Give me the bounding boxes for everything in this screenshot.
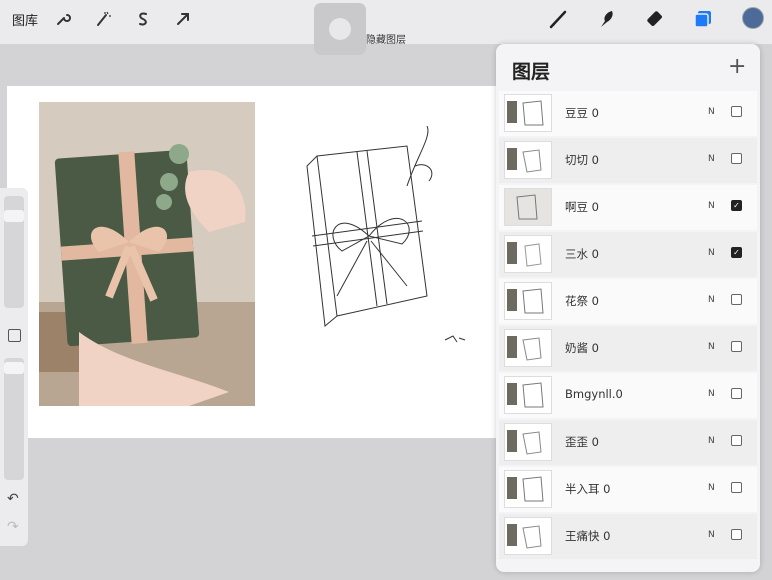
blend-mode-button[interactable]: N [708,201,715,211]
modify-button[interactable] [8,329,21,342]
reference-photo [39,102,255,406]
layer-row[interactable]: 花祭 0 N [499,279,757,324]
smudge-icon[interactable] [594,6,620,32]
panel-title: 图层 [512,61,551,83]
wrench-icon[interactable] [52,8,74,30]
layer-row[interactable]: 半入耳 0 N [499,467,757,512]
layer-thumbnail [504,235,552,273]
slider-knob[interactable] [4,362,24,374]
undo-icon[interactable]: ↶ [7,491,19,507]
layer-thumbnail [504,517,552,555]
blend-mode-button[interactable]: N [708,248,715,258]
layer-row[interactable]: 王痛快 0 N [499,514,757,559]
blend-mode-button[interactable]: N [708,436,715,446]
layer-name: 豆豆 0 [565,106,599,120]
opacity-slider[interactable] [4,358,24,480]
transform-arrow-icon[interactable] [172,8,194,30]
brush-icon[interactable] [546,6,572,32]
visibility-checkbox[interactable] [731,482,742,493]
eraser-icon[interactable] [642,6,668,32]
layer-thumbnail [504,376,552,414]
drawing-canvas[interactable] [7,86,497,438]
left-sidebar: ↶ ↷ [0,188,28,546]
visibility-checkbox[interactable] [731,153,742,164]
visibility-checkbox[interactable] [731,294,742,305]
layer-thumbnail [504,94,552,132]
brush-size-slider[interactable] [4,196,24,308]
layer-name: 歪歪 0 [565,435,599,449]
layer-thumbnail [504,188,552,226]
layer-name: 三水 0 [565,247,599,261]
layer-name: 王痛快 0 [565,529,611,543]
blend-mode-button[interactable]: N [708,107,715,117]
layer-row[interactable]: 奶酱 0 N [499,326,757,371]
visibility-checkbox[interactable] [731,388,742,399]
layer-row[interactable]: 啊豆 0 N ✓ [499,185,757,230]
layer-name: 奶酱 0 [565,341,599,355]
layers-icon[interactable] [690,6,716,32]
blend-mode-button[interactable]: N [708,342,715,352]
visibility-checkbox[interactable]: ✓ [731,247,742,258]
layer-thumbnail [504,141,552,179]
layer-thumbnail [504,329,552,367]
visibility-checkbox[interactable] [731,529,742,540]
blend-mode-button[interactable]: N [708,295,715,305]
layer-name: 啊豆 0 [565,200,599,214]
layer-row[interactable]: 切切 0 N [499,138,757,183]
line-sketch [297,125,477,396]
blend-mode-button[interactable]: N [708,530,715,540]
layers-panel: 图层 + 豆豆 0 N 切切 0 N 啊豆 0 N ✓ 三水 0 N ✓ 花祭 … [496,44,760,572]
layer-row[interactable]: 豆豆 0 N [499,91,757,136]
visibility-checkbox[interactable] [731,106,742,117]
layer-name: 半入耳 0 [565,482,611,496]
blend-mode-button[interactable]: N [708,154,715,164]
layer-thumbnail [504,470,552,508]
visibility-checkbox[interactable]: ✓ [731,200,742,211]
layer-thumbnail [504,282,552,320]
visibility-checkbox[interactable] [731,435,742,446]
hide-layer-label: 隐藏图层 [366,35,406,46]
color-picker-button[interactable] [742,7,764,29]
layer-row[interactable]: 歪歪 0 N [499,420,757,465]
layer-row[interactable]: 三水 0 N ✓ [499,232,757,277]
blend-mode-button[interactable]: N [708,389,715,399]
blend-mode-button[interactable]: N [708,483,715,493]
top-toolbar: 图库 隐藏图层 [0,0,772,55]
layer-thumbnail [504,423,552,461]
slider-knob[interactable] [4,210,24,222]
magic-wand-icon[interactable] [92,8,114,30]
layer-name: 花祭 0 [565,294,599,308]
gallery-button[interactable]: 图库 [12,10,38,29]
layer-row[interactable]: Bmgynll.0 N [499,373,757,418]
selection-icon[interactable] [132,8,154,30]
plus-icon[interactable]: + [728,54,746,79]
hide-layer-button[interactable] [314,3,366,55]
redo-icon[interactable]: ↷ [7,519,19,535]
visibility-checkbox[interactable] [731,341,742,352]
layer-name: Bmgynll.0 [565,387,623,401]
layer-name: 切切 0 [565,153,599,167]
circle-icon [329,18,351,40]
